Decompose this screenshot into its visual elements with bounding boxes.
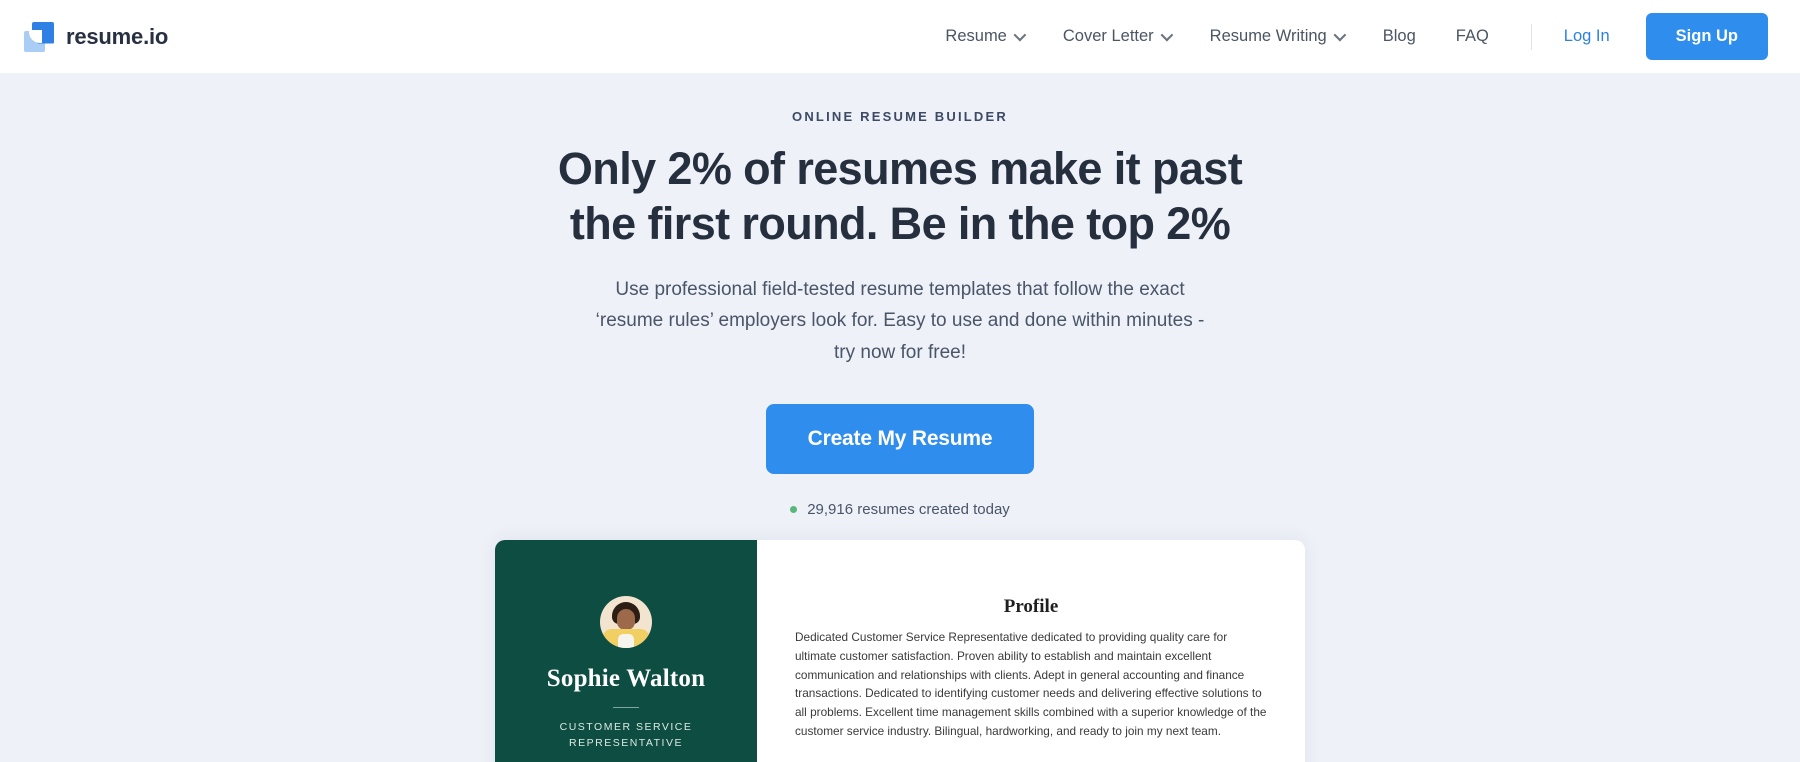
nav-item-label: Blog: [1382, 27, 1416, 45]
resumes-created-counter: 29,916 resumes created today: [0, 501, 1800, 518]
user-photo-avatar: [600, 596, 652, 649]
nav-item-cover-letter[interactable]: Cover Letter: [1043, 17, 1190, 57]
page-title: Only 2% of resumes make it past the firs…: [557, 143, 1243, 249]
nav-item-resume-writing[interactable]: Resume Writing: [1190, 17, 1363, 57]
divider: [613, 707, 639, 709]
hero-subheading: Use professional field-tested resume tem…: [595, 278, 1205, 363]
chevron-down-icon: [1333, 28, 1347, 42]
main-navigation: Resume Cover Letter Resume Writing Blog …: [925, 13, 1768, 60]
resume-profile-heading: Profile: [1003, 596, 1059, 618]
brand-name: resume.io: [66, 23, 169, 49]
chevron-down-icon: [1013, 28, 1027, 42]
nav-item-label: FAQ: [1455, 27, 1489, 45]
brand-logo-link[interactable]: resume.io: [24, 21, 169, 52]
nav-item-label: Cover Letter: [1062, 27, 1154, 45]
create-my-resume-button[interactable]: Create My Resume: [765, 404, 1035, 475]
nav-divider: [1530, 23, 1532, 50]
sign-up-button[interactable]: Sign Up: [1645, 13, 1768, 60]
hero-section: ONLINE RESUME BUILDER Only 2% of resumes…: [0, 73, 1800, 762]
resume-io-logo-icon: [24, 21, 54, 52]
nav-item-label: Resume Writing: [1209, 27, 1327, 45]
counter-label: 29,916 resumes created today: [807, 501, 1010, 519]
nav-item-resume[interactable]: Resume: [925, 17, 1042, 57]
nav-item-faq[interactable]: FAQ: [1436, 17, 1509, 57]
log-in-link[interactable]: Log In: [1554, 27, 1620, 46]
nav-item-blog[interactable]: Blog: [1363, 17, 1436, 57]
resume-preview-card[interactable]: Sophie Walton Customer Service Represent…: [495, 540, 1305, 762]
resume-candidate-name: Sophie Walton: [546, 665, 706, 693]
status-dot-icon: [790, 506, 798, 514]
chevron-down-icon: [1160, 28, 1173, 42]
resume-candidate-role: Customer Service Representative: [559, 721, 693, 750]
hero-eyebrow: ONLINE RESUME BUILDER: [792, 109, 1008, 124]
resume-main-column: Profile Dedicated Customer Service Repre…: [757, 540, 1305, 762]
resume-sidebar: Sophie Walton Customer Service Represent…: [495, 540, 757, 762]
nav-item-label: Resume: [945, 27, 1007, 45]
site-header: resume.io Resume Cover Letter Resume Wri…: [0, 0, 1800, 73]
resume-profile-text: Dedicated Customer Service Representativ…: [795, 630, 1267, 738]
